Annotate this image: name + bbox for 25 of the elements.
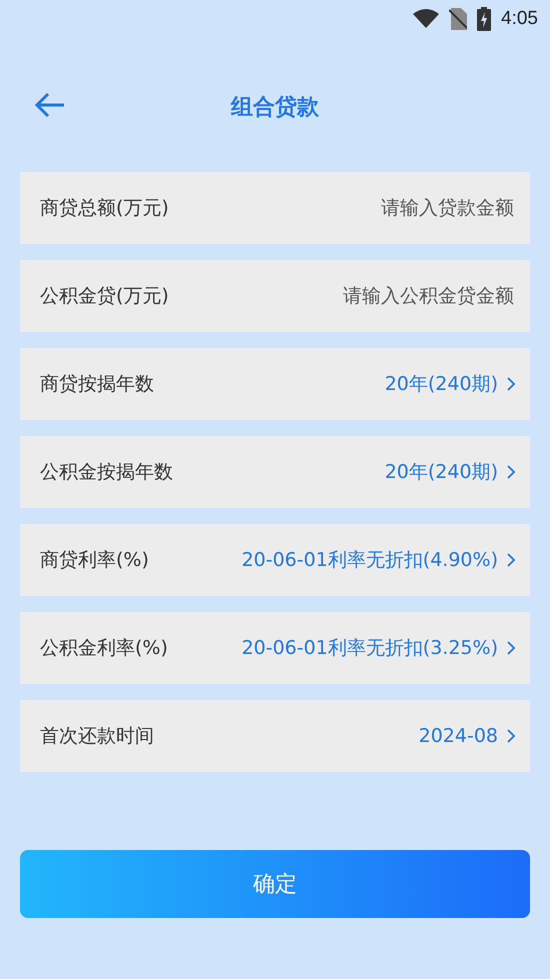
chevron-right-icon <box>506 728 516 744</box>
row-label: 商贷按揭年数 <box>40 372 154 397</box>
row-label: 商贷总额(万元) <box>40 196 169 221</box>
chevron-right-icon <box>506 552 516 568</box>
battery-charging-icon <box>477 7 492 31</box>
chevron-right-icon <box>506 376 516 392</box>
row-label: 首次还款时间 <box>40 724 154 749</box>
select-value[interactable]: 20年(240期) <box>384 371 516 397</box>
select-value[interactable]: 20-06-01利率无折扣(3.25%) <box>242 635 516 661</box>
input-field[interactable]: 请输入贷款金额 <box>216 196 516 220</box>
page-title: 组合贷款 <box>231 94 319 122</box>
confirm-button[interactable]: 确定 <box>20 850 530 918</box>
status-time: 4:05 <box>501 8 538 30</box>
chevron-right-icon <box>506 640 516 656</box>
chevron-right-icon <box>506 464 516 480</box>
row-label: 公积金贷(万元) <box>40 284 169 309</box>
select-value[interactable]: 20-06-01利率无折扣(4.90%) <box>242 547 516 573</box>
wifi-icon <box>413 9 440 29</box>
row-label: 公积金按揭年数 <box>40 460 173 485</box>
no-sim-icon <box>449 8 468 30</box>
input-field[interactable]: 请输入公积金贷金额 <box>216 284 516 308</box>
select-value[interactable]: 2024-08 <box>418 725 516 747</box>
select-value[interactable]: 20年(240期) <box>384 459 516 485</box>
row-label: 公积金利率(%) <box>40 636 168 661</box>
row-label: 商贷利率(%) <box>40 548 149 573</box>
